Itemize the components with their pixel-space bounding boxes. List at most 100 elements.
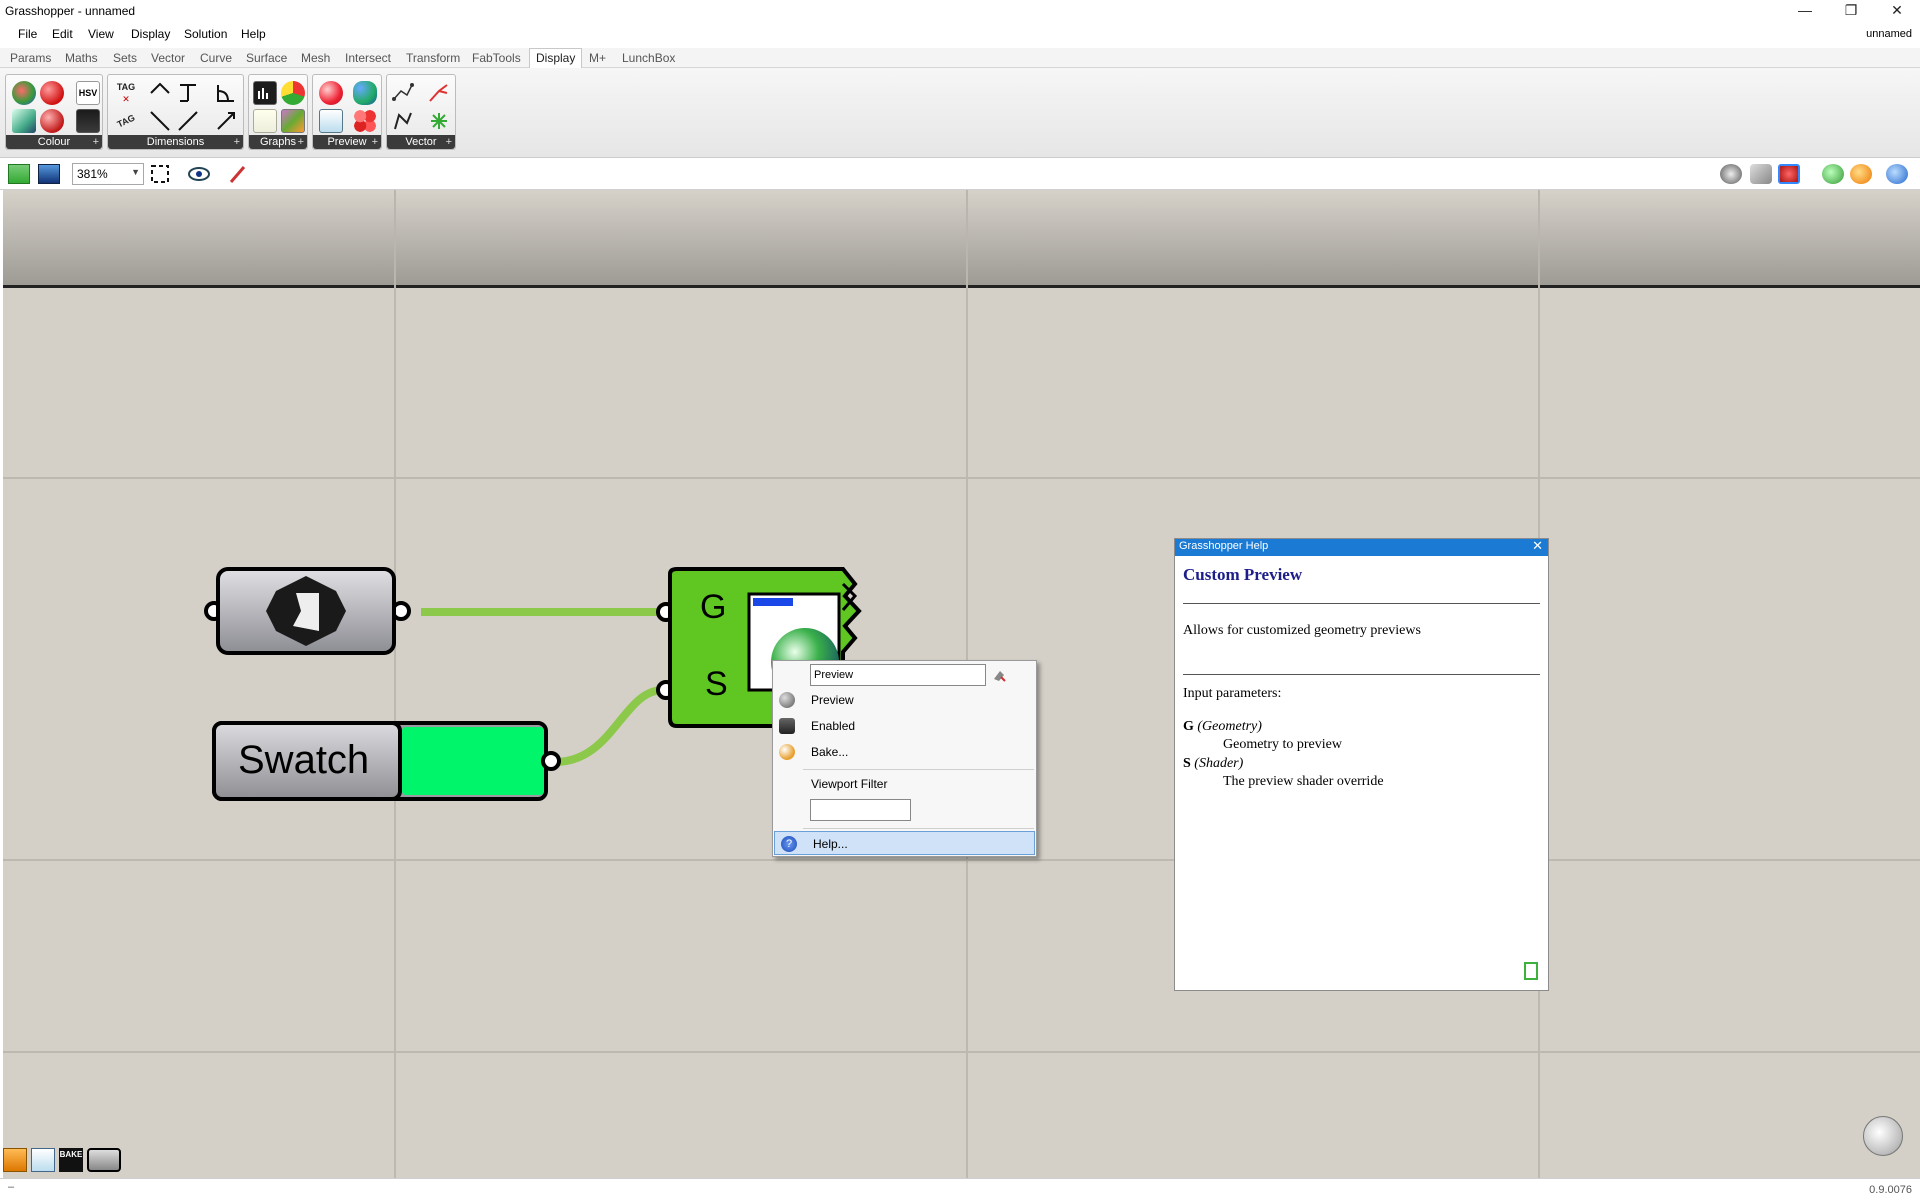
tab-transform[interactable]: Transform xyxy=(406,51,460,65)
menu-file[interactable]: File xyxy=(18,27,37,41)
text-tag-icon[interactable]: TAG xyxy=(110,105,142,137)
menu-view[interactable]: View xyxy=(88,27,114,41)
group-dimensions-expand[interactable]: + xyxy=(234,135,240,149)
shaded-preview-icon[interactable] xyxy=(1750,164,1772,184)
tab-fabtools[interactable]: FabTools xyxy=(472,51,521,65)
help-divider xyxy=(1183,674,1540,675)
eraser-icon[interactable] xyxy=(991,667,1007,683)
colour-graph-icon[interactable] xyxy=(76,109,100,133)
custom-preview-icon[interactable] xyxy=(319,81,343,105)
help-param-g-desc: Geometry to preview xyxy=(1223,737,1342,752)
viewport-filter-input[interactable] xyxy=(810,799,911,821)
group-preview-expand[interactable]: + xyxy=(372,135,378,149)
menu-help[interactable]: Help xyxy=(241,27,266,41)
zoom-extents-icon[interactable] xyxy=(150,164,172,184)
tab-maths[interactable]: Maths xyxy=(65,51,98,65)
tab-curve[interactable]: Curve xyxy=(200,51,232,65)
context-menu: Preview Enabled Bake... Viewport Filter … xyxy=(772,660,1037,857)
group-dimensions: TAG ✕ TAG Dimensions + xyxy=(107,74,244,150)
menu-item-bake[interactable]: Bake... xyxy=(773,740,1036,764)
aligned-dimension-icon[interactable] xyxy=(148,81,172,105)
menu-item-help-label: Help... xyxy=(813,837,848,851)
colour-lab-icon[interactable] xyxy=(40,109,64,133)
group-graphs: Graphs + xyxy=(248,74,308,150)
version-label: 0.9.0076 xyxy=(1869,1184,1912,1196)
tab-surface[interactable]: Surface xyxy=(246,51,287,65)
input-s-label: S xyxy=(705,665,728,703)
tag-icon[interactable]: TAG ✕ xyxy=(114,81,138,105)
display-globe-icon[interactable] xyxy=(1886,164,1908,184)
group-colour-label: Colour xyxy=(6,135,102,149)
menu-item-preview[interactable]: Preview xyxy=(773,688,1036,712)
point-order-icon[interactable] xyxy=(391,109,415,133)
menu-display[interactable]: Display xyxy=(131,27,170,41)
wireframe-preview-icon[interactable] xyxy=(1720,164,1742,184)
tab-vector[interactable]: Vector xyxy=(151,51,185,65)
sketch-pen-icon[interactable] xyxy=(228,164,250,184)
canvas-navigation-widget[interactable] xyxy=(1863,1116,1903,1156)
tab-display[interactable]: Display xyxy=(529,48,583,69)
line-dimension-icon[interactable] xyxy=(148,109,172,133)
canvas-toolbar: 381% ▼ xyxy=(0,158,1920,190)
component-icon[interactable] xyxy=(3,1148,27,1172)
preview-quality-icon[interactable] xyxy=(1850,164,1872,184)
tab-intersect[interactable]: Intersect xyxy=(345,51,391,65)
menu-item-enabled[interactable]: Enabled xyxy=(773,714,1036,738)
preview-mesh-icon[interactable] xyxy=(1822,164,1844,184)
bake-icon[interactable]: BAKE xyxy=(59,1148,83,1172)
help-description: Allows for customized geometry previews xyxy=(1183,623,1421,638)
open-file-icon[interactable] xyxy=(8,164,30,184)
window-title: Grasshopper - unnamed xyxy=(5,4,136,18)
point-list-icon[interactable] xyxy=(391,81,415,105)
group-colour-expand[interactable]: + xyxy=(93,135,99,149)
bar-graph-icon[interactable] xyxy=(281,109,305,133)
angular-dimension-icon[interactable] xyxy=(214,81,238,105)
colour-cmyk-icon[interactable] xyxy=(12,109,36,133)
colour-hsv-icon[interactable]: HSV xyxy=(76,81,100,105)
preview-display-icon[interactable] xyxy=(319,109,343,133)
pie-chart-icon[interactable] xyxy=(281,81,305,105)
minimize-button[interactable]: — xyxy=(1782,0,1828,22)
group-vector-expand[interactable]: + xyxy=(446,135,452,149)
help-window: Grasshopper Help ✕ Custom Preview Allows… xyxy=(1174,538,1549,991)
colour-wheel-icon[interactable] xyxy=(12,81,36,105)
tab-sets[interactable]: Sets xyxy=(113,51,137,65)
menu-separator xyxy=(803,828,1034,829)
serial-dimension-icon[interactable] xyxy=(176,109,200,133)
value-list-graph-icon[interactable] xyxy=(253,109,277,133)
help-param-s: S (Shader) xyxy=(1183,756,1243,772)
component-name-input[interactable] xyxy=(810,664,986,686)
tab-lunchbox[interactable]: LunchBox xyxy=(622,51,675,65)
save-file-icon[interactable] xyxy=(38,164,60,184)
geometry-param[interactable] xyxy=(201,566,413,656)
cloud-display-icon[interactable] xyxy=(353,109,377,133)
status-bar: – 0.9.0076 xyxy=(0,1178,1920,1200)
help-close-button[interactable]: ✕ xyxy=(1532,538,1543,554)
preview-eye-icon[interactable] xyxy=(188,164,210,184)
menu-item-enabled-label: Enabled xyxy=(811,719,856,733)
zoom-dropdown[interactable]: 381% ▼ xyxy=(72,163,144,185)
vector-field-icon[interactable] xyxy=(427,109,451,133)
group-graphs-expand[interactable]: + xyxy=(298,135,304,149)
menu-item-help[interactable]: ? Help... xyxy=(774,831,1035,855)
vector-display-icon[interactable] xyxy=(427,81,451,105)
preview-icon[interactable] xyxy=(31,1148,55,1172)
radial-dimension-icon[interactable] xyxy=(214,109,238,133)
bake-egg-icon xyxy=(779,744,795,760)
menu-solution[interactable]: Solution xyxy=(184,27,227,41)
tab-mplus[interactable]: M+ xyxy=(589,51,606,65)
restore-button[interactable]: ❐ xyxy=(1828,0,1874,22)
linear-dimension-icon[interactable] xyxy=(176,81,200,105)
selected-preview-icon[interactable] xyxy=(1778,164,1800,184)
close-window-button[interactable]: ✕ xyxy=(1874,0,1920,22)
tab-mesh[interactable]: Mesh xyxy=(301,51,330,65)
quick-graph-icon[interactable] xyxy=(253,81,277,105)
menu-edit[interactable]: Edit xyxy=(52,27,73,41)
param-code: S xyxy=(1183,756,1191,771)
geometry-icon[interactable] xyxy=(87,1148,121,1172)
resize-grip-icon[interactable] xyxy=(1524,962,1538,980)
colour-rgb-icon[interactable] xyxy=(40,81,64,105)
ribbon-panel: HSV Colour + TAG ✕ TAG Dimensions + Grap… xyxy=(0,68,1920,158)
tab-params[interactable]: Params xyxy=(10,51,51,65)
create-material-icon[interactable] xyxy=(353,81,377,105)
